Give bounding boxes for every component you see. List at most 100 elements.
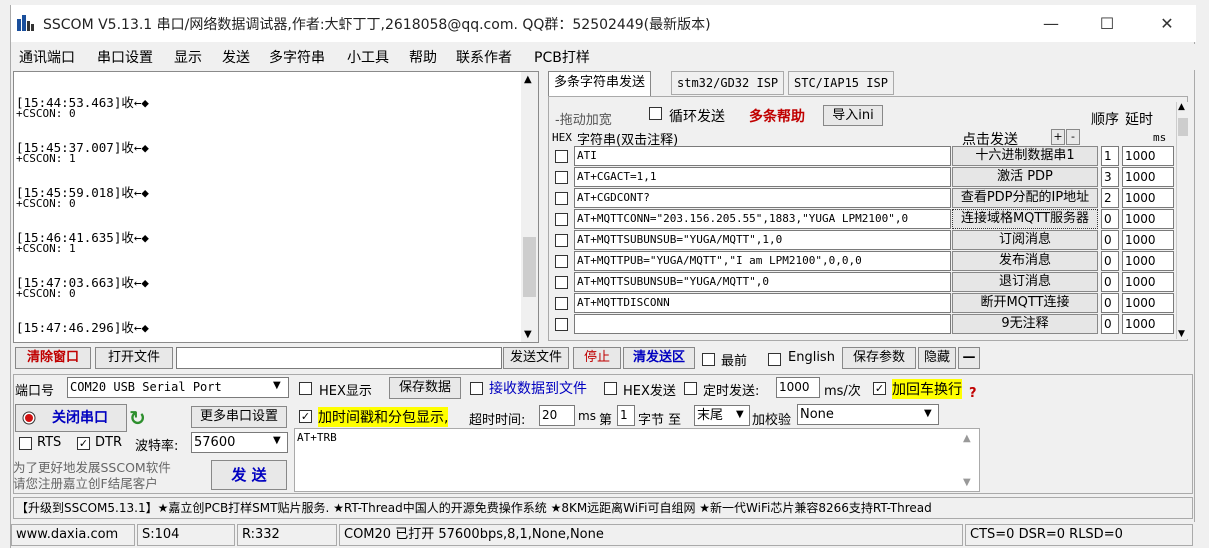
chevron-down-icon[interactable]: ▼ xyxy=(736,409,744,420)
checksum-select[interactable]: None xyxy=(797,404,939,425)
save-data-button[interactable]: 保存数据 xyxy=(389,377,461,399)
timed-send-input[interactable]: 1000 xyxy=(776,377,820,398)
remove-row-button[interactable]: - xyxy=(1066,129,1080,145)
row-order-input[interactable]: 0 xyxy=(1101,314,1119,334)
promo-marquee[interactable]: 【升级到SSCOM5.13.1】★嘉立创PCB打样SMT贴片服务. ★RT-Th… xyxy=(13,497,1193,519)
open-file-button[interactable]: 打开文件 xyxy=(95,347,173,369)
chevron-down-icon[interactable]: ▼ xyxy=(273,435,281,446)
row-command-input[interactable]: AT+MQTTDISCONN xyxy=(574,293,951,313)
add-crlf-checkbox[interactable]: ✓ xyxy=(873,382,886,395)
row-delay-input[interactable]: 1000 xyxy=(1122,167,1174,187)
row-send-button[interactable]: 查看PDP分配的IP地址 xyxy=(952,188,1098,208)
hex-send-checkbox[interactable] xyxy=(604,382,617,395)
row-delay-input[interactable]: 1000 xyxy=(1122,209,1174,229)
row-order-input[interactable]: 0 xyxy=(1101,251,1119,271)
row-delay-input[interactable]: 1000 xyxy=(1122,272,1174,292)
close-port-button[interactable]: 关闭串口 xyxy=(15,404,127,432)
row-hex-checkbox[interactable] xyxy=(555,318,568,331)
menu-comm-port[interactable]: 通讯端口 xyxy=(19,47,75,67)
rts-checkbox[interactable] xyxy=(19,437,32,450)
clear-window-button[interactable]: 清除窗口 xyxy=(15,347,91,369)
collapse-button[interactable]: — xyxy=(958,347,980,369)
stop-button[interactable]: 停止 xyxy=(573,347,621,369)
timestamp-checkbox[interactable]: ✓ xyxy=(299,410,312,423)
row-command-input[interactable] xyxy=(574,314,951,334)
scroll-thumb[interactable] xyxy=(523,237,536,297)
row-command-input[interactable]: AT+CGACT=1,1 xyxy=(574,167,951,187)
row-command-input[interactable]: ATI xyxy=(574,146,951,166)
maximize-button[interactable]: ☐ xyxy=(1087,11,1127,37)
chevron-down-icon[interactable]: ▼ xyxy=(924,408,932,419)
send-button[interactable]: 发 送 xyxy=(211,460,287,490)
row-send-button[interactable]: 断开MQTT连接 xyxy=(952,293,1098,313)
row-hex-checkbox[interactable] xyxy=(555,297,568,310)
import-ini-button[interactable]: 导入ini xyxy=(823,105,883,126)
row-hex-checkbox[interactable] xyxy=(555,213,568,226)
scroll-down-icon[interactable]: ▼ xyxy=(524,329,532,340)
row-order-input[interactable]: 0 xyxy=(1101,209,1119,229)
byte-start-input[interactable]: 1 xyxy=(617,405,635,426)
menu-serial-settings[interactable]: 串口设置 xyxy=(97,47,153,67)
row-order-input[interactable]: 1 xyxy=(1101,146,1119,166)
row-hex-checkbox[interactable] xyxy=(555,255,568,268)
menu-pcb[interactable]: PCB打样 xyxy=(534,47,590,67)
row-command-input[interactable]: AT+MQTTPUB="YUGA/MQTT","I am LPM2100",0,… xyxy=(574,251,951,271)
english-checkbox[interactable] xyxy=(768,353,781,366)
tab-multi-string[interactable]: 多条字符串发送 xyxy=(548,71,652,97)
chevron-down-icon[interactable]: ▼ xyxy=(273,380,281,391)
row-delay-input[interactable]: 1000 xyxy=(1122,293,1174,313)
recv-to-file-checkbox[interactable] xyxy=(470,382,483,395)
row-order-input[interactable]: 0 xyxy=(1101,272,1119,292)
add-row-button[interactable]: + xyxy=(1051,129,1065,145)
front-checkbox[interactable] xyxy=(702,353,715,366)
recv-scrollbar[interactable]: ▲ ▼ xyxy=(521,72,538,342)
dtr-checkbox[interactable]: ✓ xyxy=(77,437,90,450)
row-order-input[interactable]: 0 xyxy=(1101,230,1119,250)
menu-multi-string[interactable]: 多字符串 xyxy=(269,47,325,67)
minimize-button[interactable]: — xyxy=(1031,11,1071,37)
row-command-input[interactable]: AT+MQTTSUBUNSUB="YUGA/MQTT",0 xyxy=(574,272,951,292)
tab-stc-isp[interactable]: STC/IAP15 ISP xyxy=(788,71,894,95)
row-hex-checkbox[interactable] xyxy=(555,234,568,247)
row-send-button[interactable]: 9无注释 xyxy=(952,314,1098,334)
crlf-help-icon[interactable]: ? xyxy=(969,386,977,401)
scroll-down-icon[interactable]: ▼ xyxy=(1178,329,1185,339)
recv-to-file-label[interactable]: 接收数据到文件 xyxy=(489,378,587,398)
row-order-input[interactable]: 0 xyxy=(1101,293,1119,313)
row-send-button[interactable]: 退订消息 xyxy=(952,272,1098,292)
row-delay-input[interactable]: 1000 xyxy=(1122,230,1174,250)
drag-widen[interactable]: -拖动加宽 xyxy=(555,109,612,128)
row-hex-checkbox[interactable] xyxy=(555,276,568,289)
tab-stm32-isp[interactable]: stm32/GD32 ISP xyxy=(671,71,785,95)
close-window-button[interactable]: ✕ xyxy=(1147,11,1187,37)
multi-help-link[interactable]: 多条帮助 xyxy=(749,106,805,126)
menu-display[interactable]: 显示 xyxy=(174,47,202,67)
row-delay-input[interactable]: 1000 xyxy=(1122,188,1174,208)
scroll-up-icon[interactable]: ▲ xyxy=(963,433,971,444)
file-path-input[interactable] xyxy=(176,347,502,369)
menu-contact[interactable]: 联系作者 xyxy=(456,47,512,67)
refresh-icon[interactable]: ↻ xyxy=(129,406,146,430)
more-port-settings-button[interactable]: 更多串口设置 xyxy=(191,406,287,428)
row-hex-checkbox[interactable] xyxy=(555,192,568,205)
row-order-input[interactable]: 2 xyxy=(1101,188,1119,208)
promo-text[interactable]: 为了更好地发展SSCOM软件 请您注册嘉立创F结尾客户 xyxy=(13,460,171,492)
row-command-input[interactable]: AT+MQTTCONN="203.156.205.55",1883,"YUGA … xyxy=(574,209,951,229)
row-command-input[interactable]: AT+CGDCONT? xyxy=(574,188,951,208)
row-delay-input[interactable]: 1000 xyxy=(1122,314,1174,334)
receive-area[interactable]: [15:44:53.463]收←◆ +CSCON: 0 [15:45:37.00… xyxy=(13,71,539,343)
row-hex-checkbox[interactable] xyxy=(555,171,568,184)
timeout-input[interactable]: 20 xyxy=(539,405,575,426)
row-send-button[interactable]: 连接域格MQTT服务器 xyxy=(952,209,1098,229)
port-select[interactable]: COM20 USB Serial Port xyxy=(67,377,289,398)
menu-help[interactable]: 帮助 xyxy=(409,47,437,67)
hide-button[interactable]: 隐藏 xyxy=(918,347,956,369)
scroll-up-icon[interactable]: ▲ xyxy=(1178,102,1185,112)
row-delay-input[interactable]: 1000 xyxy=(1122,251,1174,271)
row-send-button[interactable]: 订阅消息 xyxy=(952,230,1098,250)
row-hex-checkbox[interactable] xyxy=(555,150,568,163)
scroll-up-icon[interactable]: ▲ xyxy=(524,74,532,85)
status-site[interactable]: www.daxia.com xyxy=(11,524,135,546)
menu-tools[interactable]: 小工具 xyxy=(347,47,389,67)
menu-send[interactable]: 发送 xyxy=(222,47,250,67)
